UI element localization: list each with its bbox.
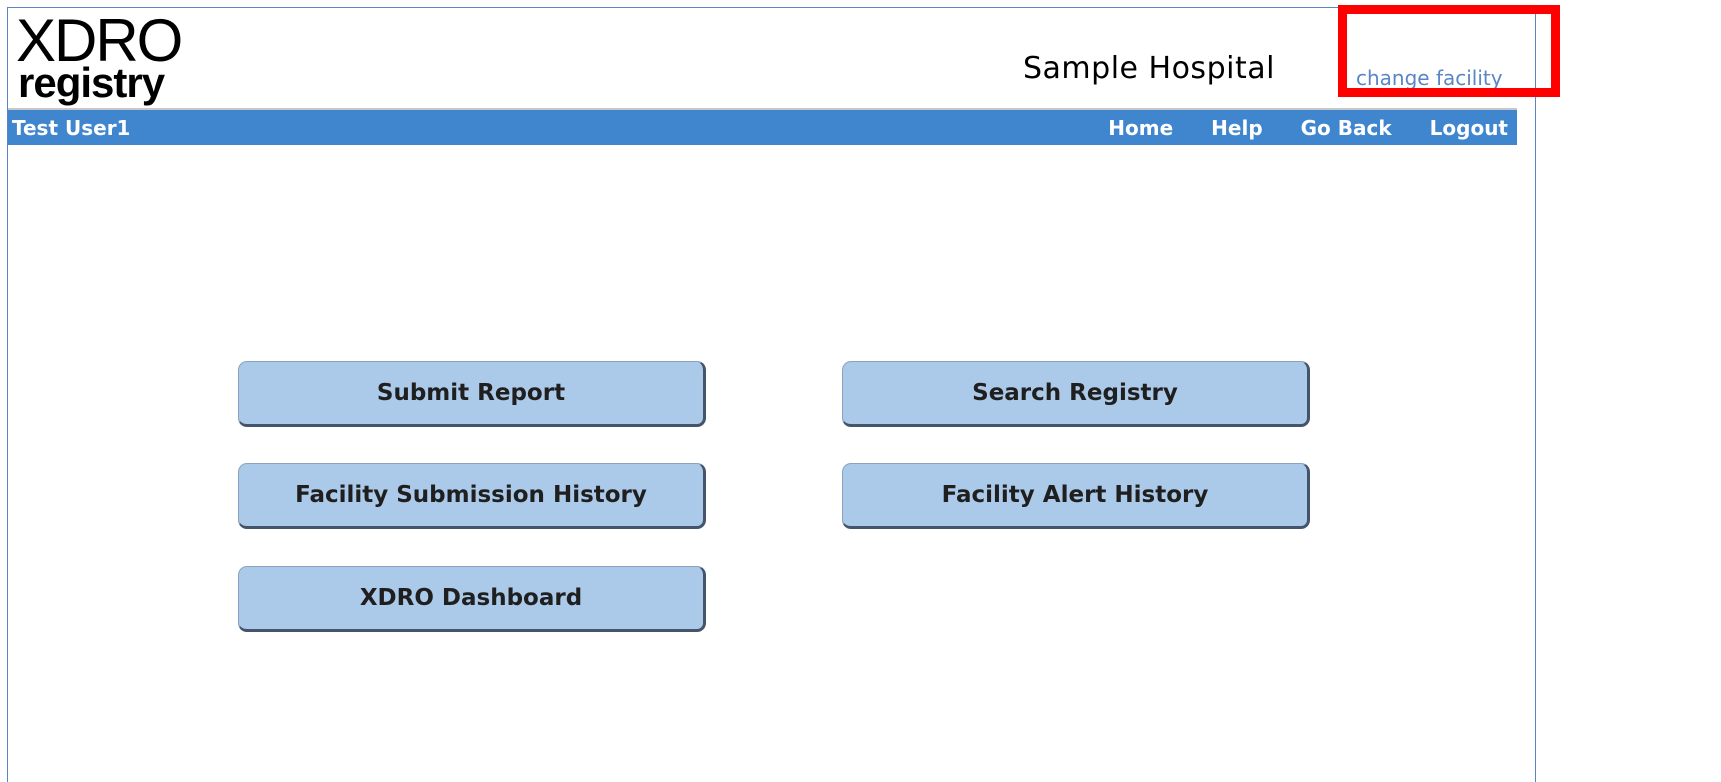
facility-submission-history-button[interactable]: Facility Submission History xyxy=(238,463,706,529)
nav-go-back-link[interactable]: Go Back xyxy=(1301,116,1392,140)
logo-subtitle: registry xyxy=(18,59,165,106)
nav-logout-link[interactable]: Logout xyxy=(1430,116,1508,140)
top-navbar: Test User1 Home Help Go Back Logout xyxy=(8,108,1517,145)
search-registry-button[interactable]: Search Registry xyxy=(842,361,1310,427)
current-user-name: Test User1 xyxy=(12,116,131,140)
nav-help-link[interactable]: Help xyxy=(1211,116,1262,140)
facility-name: Sample Hospital xyxy=(1023,51,1275,86)
submit-report-button[interactable]: Submit Report xyxy=(238,361,706,427)
xdro-dashboard-button[interactable]: XDRO Dashboard xyxy=(238,566,706,632)
xdro-registry-logo: XDRO registry xyxy=(16,11,183,106)
facility-alert-history-button[interactable]: Facility Alert History xyxy=(842,463,1310,529)
page-header: XDRO registry Sample Hospital change fac… xyxy=(8,8,1535,108)
nav-home-link[interactable]: Home xyxy=(1108,116,1173,140)
nav-links: Home Help Go Back Logout xyxy=(1070,116,1508,140)
highlight-annotation-box xyxy=(1338,5,1560,97)
